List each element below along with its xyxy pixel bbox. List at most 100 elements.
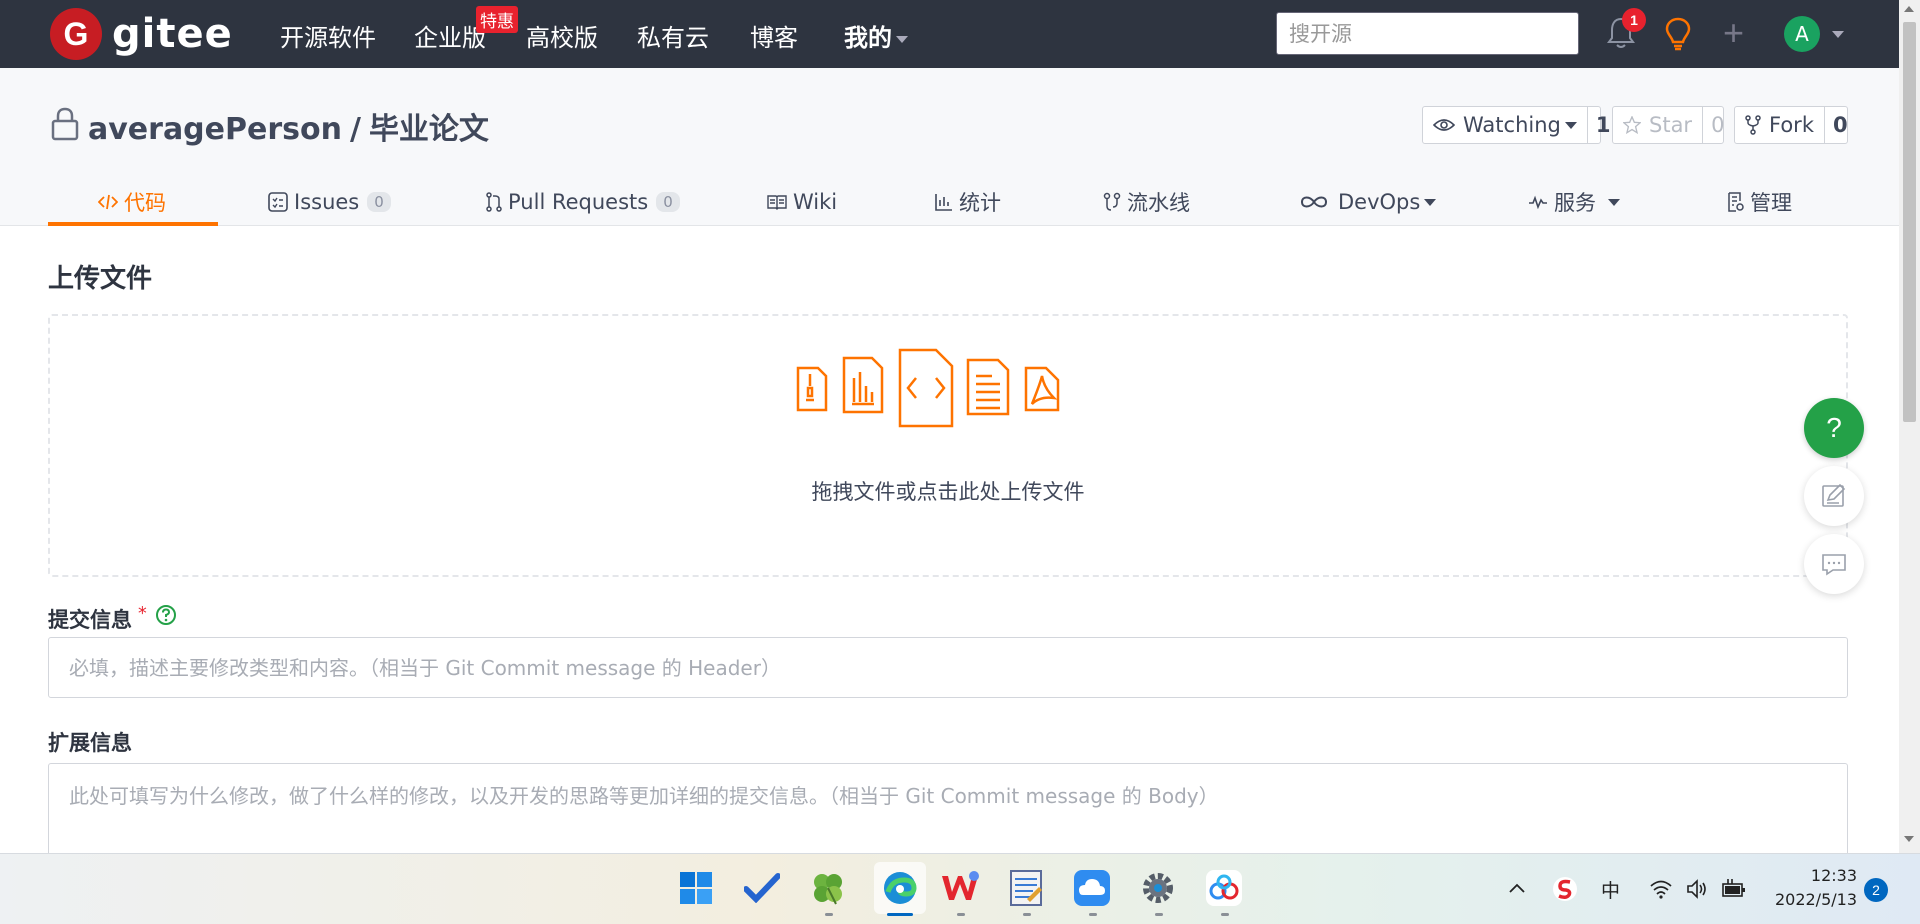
top-navigation-bar: G gitee 开源软件 企业版 特惠 高校版 私有云 博客 我的 1 + A <box>0 0 1899 68</box>
pulse-icon <box>1529 195 1547 209</box>
extended-info-label: 扩展信息 <box>48 731 132 755</box>
battery-icon[interactable] <box>1720 878 1746 900</box>
lock-icon <box>51 107 79 141</box>
infinity-icon <box>1300 196 1328 208</box>
feedback-button[interactable] <box>1804 466 1864 526</box>
scroll-thumb[interactable] <box>1903 22 1916 422</box>
wps-office-icon[interactable] <box>940 868 980 908</box>
pipeline-icon <box>1103 192 1121 211</box>
app-running-indicator <box>1155 913 1163 916</box>
plus-icon[interactable]: + <box>1723 15 1744 51</box>
edge-browser-icon[interactable] <box>874 862 926 914</box>
tab-pull-requests[interactable]: Pull Requests 0 <box>486 178 680 226</box>
show-hidden-icons-chevron-up-icon[interactable] <box>1508 882 1526 894</box>
issues-count-badge: 0 <box>367 192 391 212</box>
clover-app-icon[interactable] <box>808 868 848 908</box>
gitee-logo-text: gitee <box>112 11 233 57</box>
commit-label-text: 提交信息 <box>48 608 132 632</box>
nav-mine[interactable]: 我的 <box>844 18 908 53</box>
nav-mine-label: 我的 <box>844 24 892 52</box>
gitee-logo[interactable]: G gitee <box>50 8 233 60</box>
eye-icon <box>1433 119 1455 131</box>
repo-name-link[interactable]: 毕业论文 <box>369 112 489 147</box>
fork-count[interactable]: 0 <box>1823 107 1856 143</box>
tab-pipeline[interactable]: 流水线 <box>1103 178 1190 226</box>
settings-gear-icon[interactable] <box>1138 868 1178 908</box>
lightbulb-icon[interactable] <box>1664 16 1692 52</box>
file-dropzone[interactable]: 拖拽文件或点击此处上传文件 <box>48 314 1848 577</box>
clock-time: 12:33 <box>1810 866 1857 885</box>
book-icon <box>767 195 787 210</box>
notification-center-badge[interactable]: 2 <box>1864 878 1888 902</box>
fork-label: Fork <box>1735 107 1824 143</box>
active-tab-indicator <box>48 222 218 226</box>
nav-private-cloud[interactable]: 私有云 <box>637 18 709 53</box>
commit-message-input[interactable] <box>48 637 1848 698</box>
star-label: Star <box>1613 107 1702 143</box>
watch-button[interactable]: Watching 1 <box>1422 106 1610 144</box>
app-running-indicator <box>1089 913 1097 916</box>
nav-open-source[interactable]: 开源软件 <box>280 18 376 53</box>
wifi-icon[interactable] <box>1650 879 1672 899</box>
app-running-indicator <box>1023 913 1031 916</box>
tab-services[interactable]: 服务 <box>1528 178 1620 226</box>
gitee-logo-mark: G <box>50 8 102 60</box>
ime-mode-indicator[interactable]: 中 <box>1601 876 1620 903</box>
cloud-drive-icon[interactable] <box>1072 868 1112 908</box>
tab-stats[interactable]: 统计 <box>935 178 1001 226</box>
avatar[interactable]: A <box>1784 16 1820 52</box>
chevron-down-icon <box>896 35 908 43</box>
star-button[interactable]: Star 0 <box>1612 106 1724 144</box>
bar-chart-icon <box>935 194 952 211</box>
tab-code-label: 代码 <box>124 191 166 215</box>
tab-code[interactable]: 代码 <box>98 178 166 226</box>
help-circle-icon[interactable] <box>155 604 177 626</box>
tab-wiki[interactable]: Wiki <box>767 178 837 226</box>
settings-doc-icon <box>1728 192 1744 212</box>
avatar-chevron-down-icon[interactable] <box>1832 31 1844 38</box>
nav-education[interactable]: 高校版 <box>526 18 598 53</box>
repo-separator: / <box>349 112 361 147</box>
star-text: Star <box>1649 113 1693 137</box>
tab-devops-label: DevOps <box>1338 190 1421 214</box>
clock-date: 2022/5/13 <box>1774 890 1857 909</box>
windows-start-icon[interactable] <box>676 868 716 908</box>
dropzone-hint: 拖拽文件或点击此处上传文件 <box>811 480 1085 504</box>
taskbar-clock[interactable]: 12:33 2022/5/13 <box>1762 864 1857 912</box>
sogou-ime-icon[interactable] <box>1552 876 1578 902</box>
extended-info-textarea[interactable] <box>48 763 1848 863</box>
pull-requests-count-badge: 0 <box>656 192 680 212</box>
search-input[interactable] <box>1276 12 1579 55</box>
tab-services-label: 服务 <box>1554 191 1596 215</box>
scroll-down-icon[interactable] <box>1904 836 1914 842</box>
chat-button[interactable] <box>1804 534 1864 594</box>
chat-icon <box>1822 554 1846 576</box>
nav-blog[interactable]: 博客 <box>750 18 798 53</box>
todo-app-icon[interactable] <box>742 868 782 908</box>
repo-owner-link[interactable]: averagePerson <box>88 112 342 147</box>
star-icon <box>1623 116 1641 134</box>
repo-header: averagePerson / 毕业论文 Watching 1 Star 0 For… <box>0 68 1899 226</box>
help-button[interactable]: ? <box>1804 398 1864 458</box>
tab-manage[interactable]: 管理 <box>1728 178 1792 226</box>
fork-button[interactable]: Fork 0 <box>1734 106 1848 144</box>
code-icon <box>98 194 118 210</box>
tab-stats-label: 统计 <box>959 191 1001 215</box>
app-running-indicator <box>1221 913 1229 916</box>
notification-badge: 1 <box>1622 8 1646 32</box>
tab-devops[interactable]: DevOps <box>1300 178 1437 226</box>
issues-icon <box>268 192 288 212</box>
tab-issues[interactable]: Issues 0 <box>268 178 391 226</box>
tab-issues-label: Issues <box>294 190 360 214</box>
watch-label: Watching <box>1423 107 1587 143</box>
notepad-app-icon[interactable] <box>1006 868 1046 908</box>
chevron-down-icon <box>1564 121 1577 129</box>
active-app-indicator <box>887 913 913 916</box>
volume-icon[interactable] <box>1686 878 1708 900</box>
page-scrollbar[interactable] <box>1899 0 1920 853</box>
app-running-indicator <box>957 913 965 916</box>
chevron-down-icon <box>1608 198 1620 206</box>
scroll-up-icon[interactable] <box>1904 6 1914 12</box>
star-count[interactable]: 0 <box>1702 107 1732 143</box>
baidu-netdisk-icon[interactable] <box>1204 868 1244 908</box>
